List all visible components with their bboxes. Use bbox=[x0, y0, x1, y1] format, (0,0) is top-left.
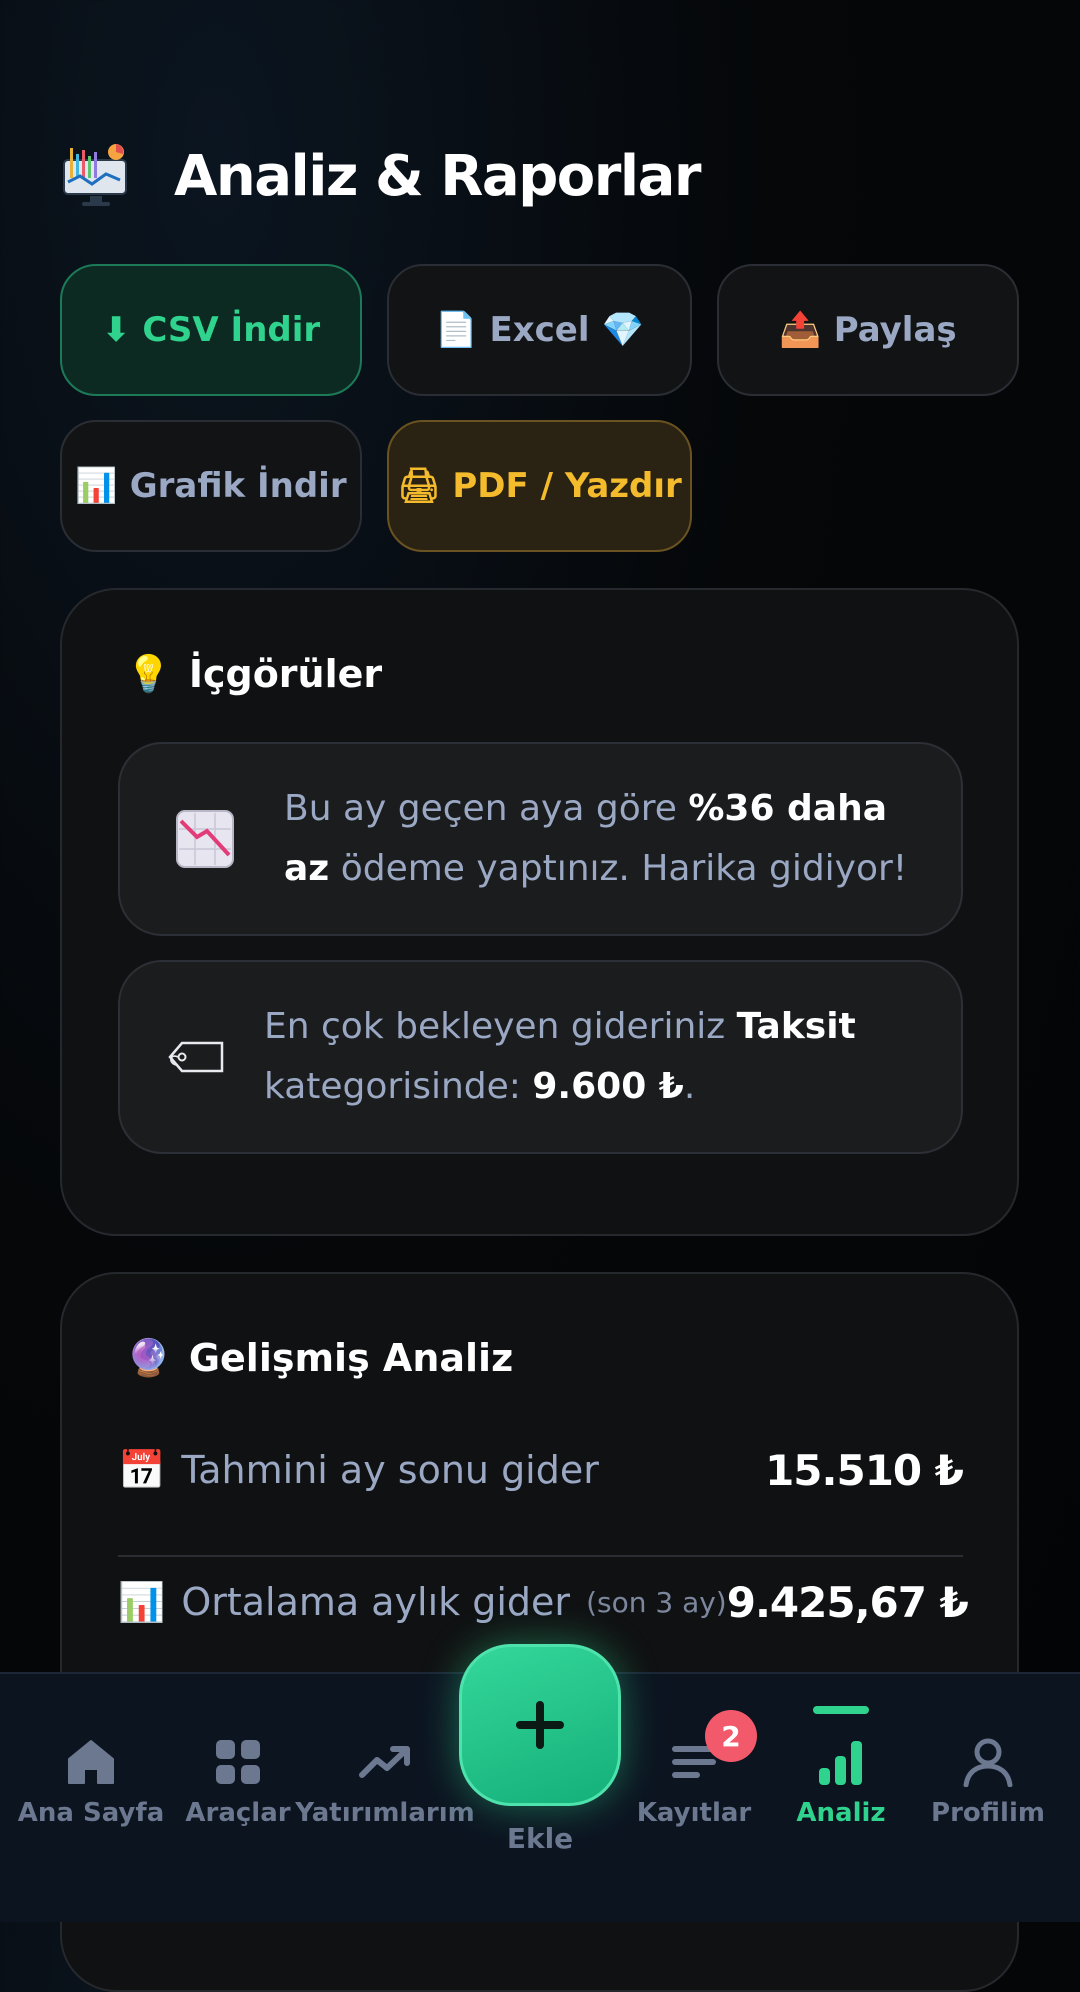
plus-icon bbox=[516, 1701, 564, 1749]
active-indicator bbox=[813, 1706, 869, 1714]
insights-title-text: İçgörüler bbox=[188, 652, 383, 696]
bar-chart-icon bbox=[819, 1741, 862, 1785]
nav-label: Araçlar bbox=[185, 1798, 291, 1828]
pdf-print-button[interactable]: 🖨 PDF / Yazdır bbox=[387, 420, 692, 552]
excel-export-label: Excel bbox=[489, 310, 590, 350]
bar-chart-emoji-icon: 📊 bbox=[75, 466, 118, 506]
graph-download-button[interactable]: 📊 Grafik İndir bbox=[60, 420, 362, 552]
advanced-title-text: Gelişmiş Analiz bbox=[188, 1336, 514, 1380]
row-divider bbox=[118, 1555, 963, 1557]
outbox-tray-icon: 📤 bbox=[779, 310, 822, 350]
csv-download-label: CSV İndir bbox=[142, 310, 321, 350]
bar-chart-emoji-icon: 📊 bbox=[118, 1579, 166, 1624]
share-label: Paylaş bbox=[833, 310, 957, 350]
advanced-title: 🔮 Gelişmiş Analiz bbox=[126, 1336, 513, 1380]
nav-item-home[interactable]: Ana Sayfa bbox=[16, 1674, 166, 1922]
nav-item-profile[interactable]: Profilim bbox=[913, 1674, 1063, 1922]
page-title: Analiz & Raporlar bbox=[174, 143, 702, 209]
nav-label: Kayıtlar bbox=[636, 1798, 752, 1828]
average-note: (son 3 ay) bbox=[586, 1585, 727, 1619]
graph-download-label: Grafik İndir bbox=[129, 466, 347, 506]
forecast-value: 15.510 ₺ bbox=[765, 1445, 964, 1495]
nav-label: Profilim bbox=[931, 1798, 1045, 1828]
nav-item-tools[interactable]: Araçlar bbox=[163, 1674, 313, 1922]
insights-card: 💡 İçgörüler Bu ay geçen aya göre %36 dah… bbox=[60, 588, 1019, 1236]
forecast-label: Tahmini ay sonu gider bbox=[181, 1448, 599, 1492]
records-count-badge: 2 bbox=[705, 1710, 757, 1762]
forecast-row: 📅 Tahmini ay sonu gider 15.510 ₺ bbox=[118, 1434, 964, 1506]
insight-text: En çok bekleyen gideriniz Taksit kategor… bbox=[264, 1006, 856, 1107]
nav-label: Yatırımlarım bbox=[295, 1798, 475, 1828]
home-icon bbox=[68, 1740, 114, 1784]
add-fab-label: Ekle bbox=[506, 1822, 574, 1855]
nav-item-records[interactable]: 2 Kayıtlar bbox=[619, 1674, 769, 1922]
nav-label: Analiz bbox=[796, 1798, 886, 1828]
add-fab-button[interactable] bbox=[459, 1644, 621, 1806]
user-icon bbox=[963, 1738, 1013, 1787]
insight-item: Bu ay geçen aya göre %36 daha az ödeme y… bbox=[118, 742, 963, 936]
csv-download-button[interactable]: ⬇ CSV İndir bbox=[60, 264, 362, 396]
average-value: 9.425,67 ₺ bbox=[726, 1577, 969, 1627]
average-row: 📊 Ortalama aylık gider (son 3 ay) 9.425,… bbox=[118, 1566, 969, 1638]
average-label: Ortalama aylık gider bbox=[181, 1580, 571, 1624]
nav-label: Ana Sayfa bbox=[17, 1798, 165, 1828]
light-bulb-icon: 💡 bbox=[126, 654, 171, 695]
download-arrow-icon: ⬇ bbox=[101, 310, 131, 350]
calendar-icon: 📅 bbox=[118, 1447, 166, 1492]
premium-gem-icon: 💎 bbox=[601, 310, 644, 350]
document-icon: 📄 bbox=[435, 310, 478, 350]
insights-title: 💡 İçgörüler bbox=[126, 652, 382, 696]
excel-export-button[interactable]: 📄 Excel 💎 bbox=[387, 264, 692, 396]
trending-up-icon bbox=[359, 1746, 410, 1778]
insight-text: Bu ay geçen aya göre %36 daha az ödeme y… bbox=[284, 788, 908, 889]
analytics-monitor-icon bbox=[63, 144, 127, 206]
grid-icon bbox=[216, 1740, 260, 1784]
printer-icon: 🖨 bbox=[397, 466, 441, 506]
crystal-ball-icon: 🔮 bbox=[126, 1338, 171, 1379]
page-header: Analiz & Raporlar bbox=[60, 140, 702, 212]
nav-item-investments[interactable]: Yatırımlarım bbox=[295, 1674, 475, 1922]
price-tag-icon bbox=[168, 1041, 224, 1073]
chart-decreasing-icon bbox=[176, 810, 234, 868]
share-button[interactable]: 📤 Paylaş bbox=[717, 264, 1019, 396]
pdf-print-label: PDF / Yazdır bbox=[452, 466, 682, 506]
nav-item-analysis[interactable]: Analiz bbox=[766, 1674, 916, 1922]
insight-item: En çok bekleyen gideriniz Taksit kategor… bbox=[118, 960, 963, 1154]
